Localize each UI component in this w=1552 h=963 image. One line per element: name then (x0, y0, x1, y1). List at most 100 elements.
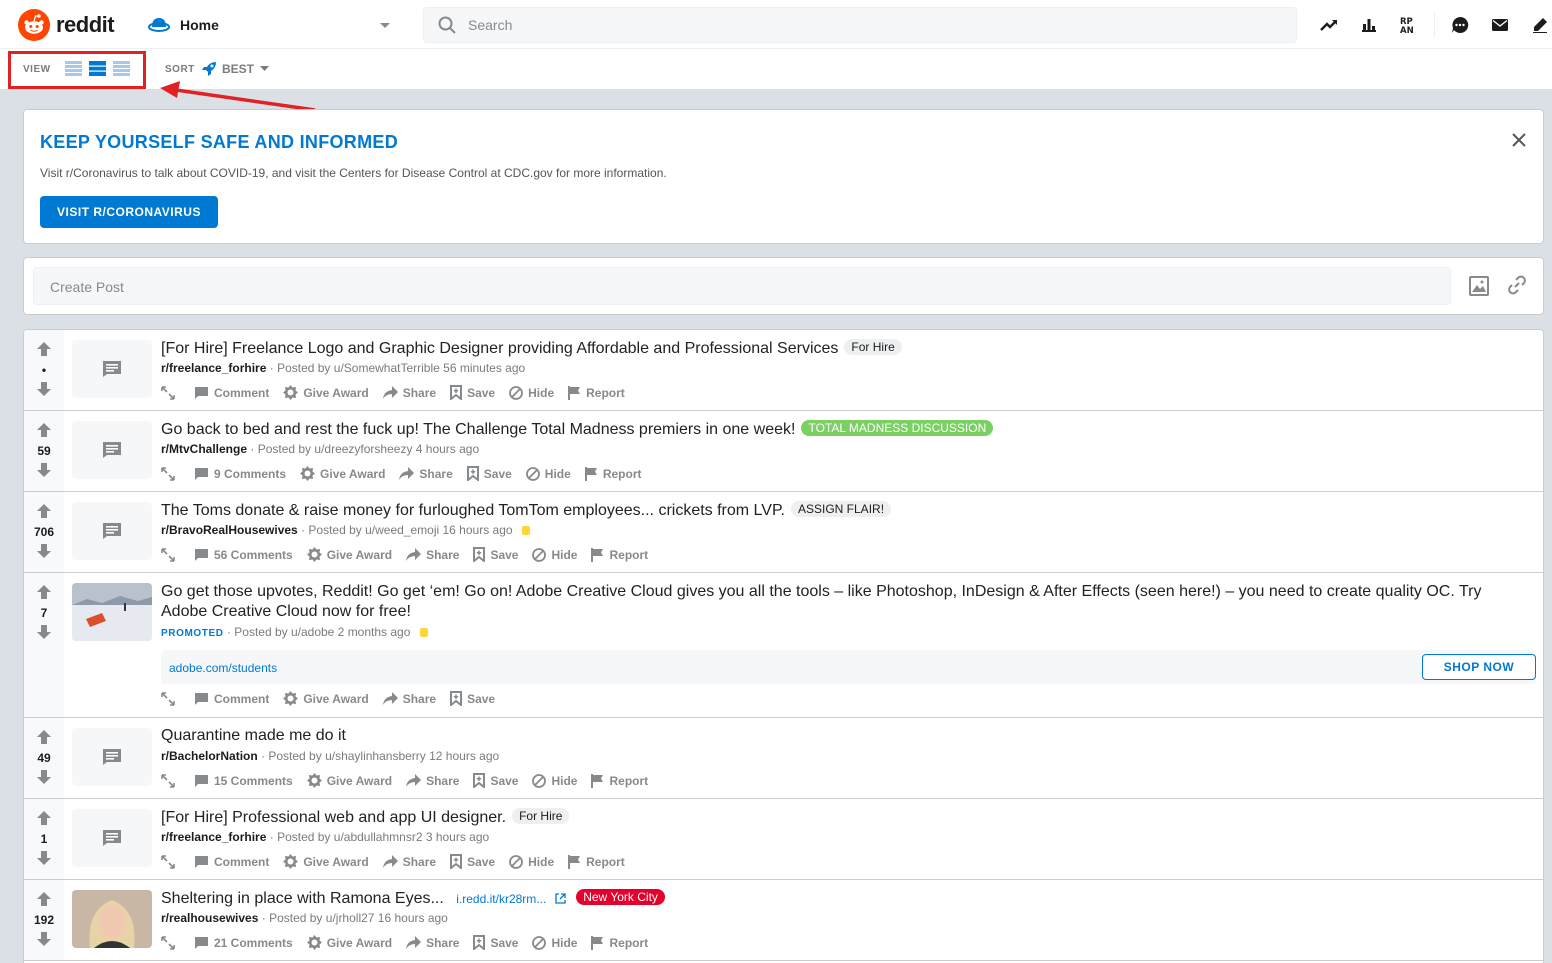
close-icon[interactable] (1511, 132, 1527, 148)
trending-icon[interactable] (1318, 14, 1340, 36)
image-upload-icon[interactable] (1468, 275, 1490, 297)
save-button[interactable]: Save (466, 466, 512, 481)
post-item[interactable]: 49 Quarantine made me do it r/BachelorNa… (24, 718, 1543, 799)
upvote-icon[interactable] (37, 585, 51, 599)
give-award-button[interactable]: Give Award (300, 466, 385, 481)
subreddit-link[interactable]: r/realhousewives (161, 911, 258, 925)
upvote-icon[interactable] (37, 342, 51, 356)
post-title-row[interactable]: Quarantine made me do it (161, 727, 346, 745)
image-post-thumbnail[interactable] (72, 890, 152, 948)
search-input[interactable]: Search (423, 7, 1297, 43)
give-award-button[interactable]: Give Award (283, 385, 369, 400)
subreddit-link[interactable]: r/BachelorNation (161, 749, 258, 763)
text-post-thumbnail[interactable] (72, 421, 152, 479)
comments-button[interactable]: 15 Comments (194, 774, 293, 788)
share-button[interactable]: Share (382, 386, 436, 400)
report-button[interactable]: Report (591, 773, 648, 788)
post-title[interactable]: [For Hire] Professional web and app UI d… (161, 809, 506, 826)
shop-now-button[interactable]: SHOP NOW (1422, 654, 1536, 680)
text-post-thumbnail[interactable] (72, 502, 152, 560)
post-flair[interactable]: ASSIGN FLAIR! (791, 501, 892, 517)
hide-button[interactable]: Hide (509, 386, 554, 400)
expand-button[interactable] (161, 547, 180, 562)
give-award-button[interactable]: Give Award (306, 935, 392, 950)
report-button[interactable]: Report (591, 935, 648, 950)
post-flair[interactable]: TOTAL MADNESS DISCUSSION (801, 420, 994, 436)
external-link-icon[interactable] (555, 893, 566, 904)
give-award-button[interactable]: Give Award (306, 547, 392, 562)
hide-button[interactable]: Hide (532, 774, 577, 788)
subreddit-link[interactable]: r/freelance_forhire (161, 830, 266, 844)
rpan-icon[interactable]: RP AN (1398, 14, 1420, 36)
subreddit-link[interactable]: r/MtvChallenge (161, 442, 247, 456)
report-button[interactable]: Report (568, 854, 625, 869)
expand-button[interactable] (161, 773, 180, 788)
expand-button[interactable] (161, 385, 180, 400)
downvote-icon[interactable] (37, 625, 51, 639)
post-title[interactable]: Go get those upvotes, Reddit! Go get ‘em… (161, 582, 1531, 622)
upvote-icon[interactable] (37, 423, 51, 437)
post-title[interactable]: Sheltering in place with Ramona Eyes... (161, 890, 444, 907)
post-item[interactable]: 706 The Toms donate & raise money for fu… (24, 492, 1543, 573)
visit-coronavirus-button[interactable]: VISIT R/CORONAVIRUS (40, 196, 218, 228)
downvote-icon[interactable] (37, 382, 51, 396)
create-post-icon[interactable] (1529, 14, 1551, 36)
sort-dropdown[interactable]: BEST (222, 62, 270, 76)
subreddit-link[interactable]: r/freelance_forhire (161, 361, 266, 375)
text-post-thumbnail[interactable] (72, 340, 152, 398)
home-dropdown[interactable]: Home (148, 8, 396, 42)
comments-button[interactable]: Comment (194, 855, 269, 869)
comments-button[interactable]: 56 Comments (194, 548, 293, 562)
save-button[interactable]: Save (473, 935, 518, 950)
expand-button[interactable] (161, 854, 180, 869)
share-button[interactable]: Share (406, 774, 459, 788)
hide-button[interactable]: Hide (532, 548, 577, 562)
upvote-icon[interactable] (37, 811, 51, 825)
give-award-button[interactable]: Give Award (306, 773, 392, 788)
downvote-icon[interactable] (37, 770, 51, 784)
stats-icon[interactable] (1358, 14, 1380, 36)
subreddit-link[interactable]: r/BravoRealHousewives (161, 523, 298, 537)
post-domain-link[interactable]: i.redd.it/kr28rm... (456, 892, 546, 906)
downvote-icon[interactable] (37, 544, 51, 558)
upvote-icon[interactable] (37, 730, 51, 744)
expand-button[interactable] (161, 691, 180, 706)
post-title[interactable]: [For Hire] Freelance Logo and Graphic De… (161, 340, 838, 357)
create-post-input[interactable]: Create Post (33, 267, 1451, 305)
reddit-logo[interactable]: reddit (18, 9, 115, 41)
mail-icon[interactable] (1489, 14, 1511, 36)
upvote-icon[interactable] (37, 504, 51, 518)
share-button[interactable]: Share (406, 548, 459, 562)
comments-button[interactable]: Comment (194, 692, 269, 706)
ad-link[interactable]: adobe.com/students (169, 661, 277, 675)
link-icon[interactable] (1507, 275, 1527, 295)
text-post-thumbnail[interactable] (72, 809, 152, 867)
expand-button[interactable] (161, 935, 180, 950)
share-button[interactable]: Share (382, 692, 436, 706)
post-title-row[interactable]: [For Hire] Freelance Logo and Graphic De… (161, 339, 902, 358)
comments-button[interactable]: 9 Comments (194, 467, 286, 481)
comments-button[interactable]: 21 Comments (194, 936, 293, 950)
save-button[interactable]: Save (450, 854, 495, 869)
post-flair[interactable]: For Hire (844, 339, 902, 355)
downvote-icon[interactable] (37, 851, 51, 865)
report-button[interactable]: Report (568, 385, 625, 400)
text-post-thumbnail[interactable] (72, 728, 152, 786)
give-award-button[interactable]: Give Award (283, 691, 369, 706)
expand-button[interactable] (161, 466, 180, 481)
hide-button[interactable]: Hide (509, 855, 554, 869)
post-item[interactable]: 1 [For Hire] Professional web and app UI… (24, 799, 1543, 880)
report-button[interactable]: Report (584, 466, 641, 481)
post-title[interactable]: Go back to bed and rest the fuck up! The… (161, 421, 795, 438)
post-item[interactable]: • [For Hire] Freelance Logo and Graphic … (24, 330, 1543, 411)
promoted-post-item[interactable]: 7 Go get those upvotes, Reddit! Go get ‘… (24, 573, 1543, 718)
post-title-row[interactable]: Sheltering in place with Ramona Eyes... … (161, 889, 665, 908)
share-button[interactable]: Share (382, 855, 436, 869)
post-title-row[interactable]: Go back to bed and rest the fuck up! The… (161, 420, 994, 439)
post-flair[interactable]: For Hire (512, 808, 570, 824)
save-button[interactable]: Save (473, 547, 518, 562)
share-button[interactable]: Share (406, 936, 459, 950)
post-title-row[interactable]: The Toms donate & raise money for furlou… (161, 501, 892, 520)
comments-button[interactable]: Comment (194, 386, 269, 400)
save-button[interactable]: Save (450, 691, 495, 706)
